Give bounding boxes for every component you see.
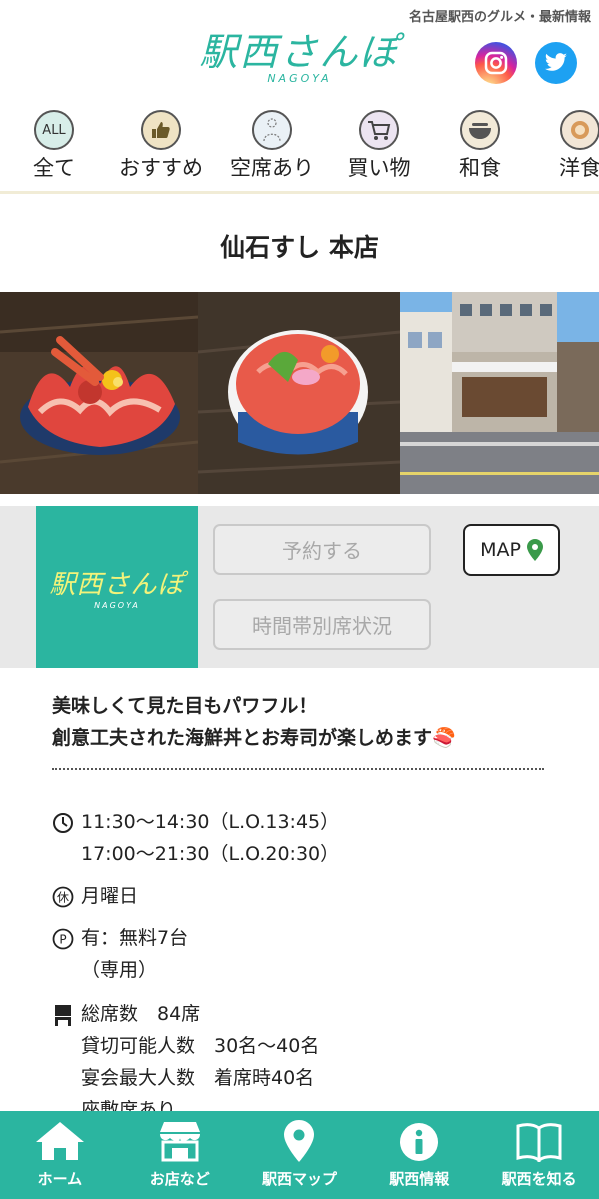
holiday-text: 月曜日 — [81, 885, 139, 907]
category-label: 全て — [33, 156, 75, 180]
category-bar: ALL 全て おすすめ 空席あり 買い物 和食 洋食 — [0, 100, 599, 194]
seats-info: 総席数 84席 貸切可能人数 30名〜40名 宴会最大人数 着席時40名 座敷席… — [52, 998, 319, 1126]
description-line-1: 美味しくて見た目もパワフル！ — [52, 695, 318, 717]
storefront-photo[interactable] — [400, 292, 599, 494]
seats-line-3: 宴会最大人数 着席時40名 — [81, 1067, 315, 1089]
category-label: 買い物 — [347, 156, 411, 180]
thumbnail-logo-text: 駅西さんぽ — [49, 570, 185, 600]
home-icon — [35, 1122, 84, 1160]
bottom-navigation: ホーム お店など 駅西マップ 駅西情報 駅西を知る — [0, 1111, 599, 1199]
seat-icon — [252, 110, 292, 150]
parking-line-1: 有：無料7台 — [81, 927, 189, 949]
bowl-icon — [460, 110, 500, 150]
parking-line-2: （専用） — [81, 959, 158, 981]
site-tagline: 名古屋駅西のグルメ・最新情報 — [408, 10, 591, 25]
reserve-button[interactable]: 予約する — [213, 524, 431, 575]
category-japanese[interactable]: 和食 — [430, 110, 530, 182]
map-button-label: MAP — [480, 539, 521, 561]
header: 名古屋駅西のグルメ・最新情報 駅西さんぽ NAGOYA — [0, 0, 599, 100]
all-icon-text: ALL — [42, 122, 66, 138]
hours-line-2: 17:00〜21:30（L.O.20:30） — [81, 843, 340, 865]
category-all[interactable]: ALL 全て — [4, 110, 104, 182]
crab-seafood-bowl-photo[interactable] — [0, 292, 198, 494]
plate-icon — [560, 110, 599, 150]
shop-icon — [159, 1122, 200, 1162]
nav-shops[interactable]: お店など — [120, 1111, 240, 1199]
category-label: 和食 — [459, 156, 501, 180]
info-icon — [400, 1123, 439, 1161]
seats-line-1: 総席数 84席 — [81, 1003, 201, 1025]
category-label: おすすめ — [119, 156, 203, 180]
nav-info[interactable]: 駅西情報 — [359, 1111, 479, 1199]
book-icon — [516, 1123, 562, 1162]
svg-text:休: 休 — [57, 891, 69, 905]
parking-icon: P — [52, 928, 74, 950]
svg-text:P: P — [59, 933, 66, 947]
seat-status-button[interactable]: 時間帯別席状況 — [213, 599, 431, 650]
holiday-info: 休 月曜日 — [52, 880, 138, 912]
shop-description: 美味しくて見た目もパワフル！ 創意工夫された海鮮丼とお寿司が楽しめます🍣 — [52, 690, 547, 770]
thumbnail-logo-subtext: NAGOYA — [94, 601, 140, 610]
cart-icon — [359, 110, 399, 150]
nav-home[interactable]: ホーム — [0, 1111, 120, 1199]
category-shopping[interactable]: 買い物 — [329, 110, 429, 182]
photo-gallery — [0, 292, 599, 494]
parking-info: P 有：無料7台 （専用） — [52, 922, 188, 986]
seats-line-2: 貸切可能人数 30名〜40名 — [81, 1035, 320, 1057]
tuna-bowl-photo[interactable] — [198, 292, 400, 494]
nav-label: 駅西マップ — [261, 1170, 337, 1188]
clock-icon — [53, 813, 73, 833]
dotted-divider — [52, 768, 544, 770]
category-recommended[interactable]: おすすめ — [111, 110, 211, 182]
category-western[interactable]: 洋食 — [530, 110, 599, 182]
nav-label: ホーム — [37, 1170, 83, 1188]
instagram-icon[interactable] — [475, 42, 517, 84]
shop-title: 仙石すし 本店 — [220, 233, 379, 262]
hours-line-1: 11:30〜14:30（L.O.13:45） — [81, 811, 340, 833]
twitter-icon[interactable] — [535, 42, 577, 84]
action-panel: 駅西さんぽ NAGOYA 予約する 時間帯別席状況 MAP — [0, 506, 599, 668]
shop-thumbnail-logo: 駅西さんぽ NAGOYA — [36, 506, 198, 668]
holiday-icon: 休 — [52, 886, 74, 908]
description-line-2: 創意工夫された海鮮丼とお寿司が楽しめます🍣 — [52, 727, 456, 749]
nav-about[interactable]: 駅西を知る — [479, 1111, 599, 1199]
nav-label: 駅西情報 — [389, 1170, 450, 1188]
category-label: 空席あり — [230, 156, 314, 180]
all-icon: ALL — [34, 110, 74, 150]
chair-icon — [55, 1005, 71, 1026]
map-pin-icon — [284, 1120, 315, 1162]
category-label: 洋食 — [559, 156, 599, 180]
nav-label: 駅西を知る — [501, 1170, 577, 1188]
map-pin-icon — [526, 539, 543, 561]
nav-label: お店など — [149, 1170, 210, 1188]
map-button[interactable]: MAP — [463, 524, 560, 576]
nav-map[interactable]: 駅西マップ — [240, 1111, 360, 1199]
hours-info: 11:30〜14:30（L.O.13:45） 17:00〜21:30（L.O.2… — [52, 806, 339, 870]
category-vacancy[interactable]: 空席あり — [222, 110, 322, 182]
thumbs-up-icon — [141, 110, 181, 150]
